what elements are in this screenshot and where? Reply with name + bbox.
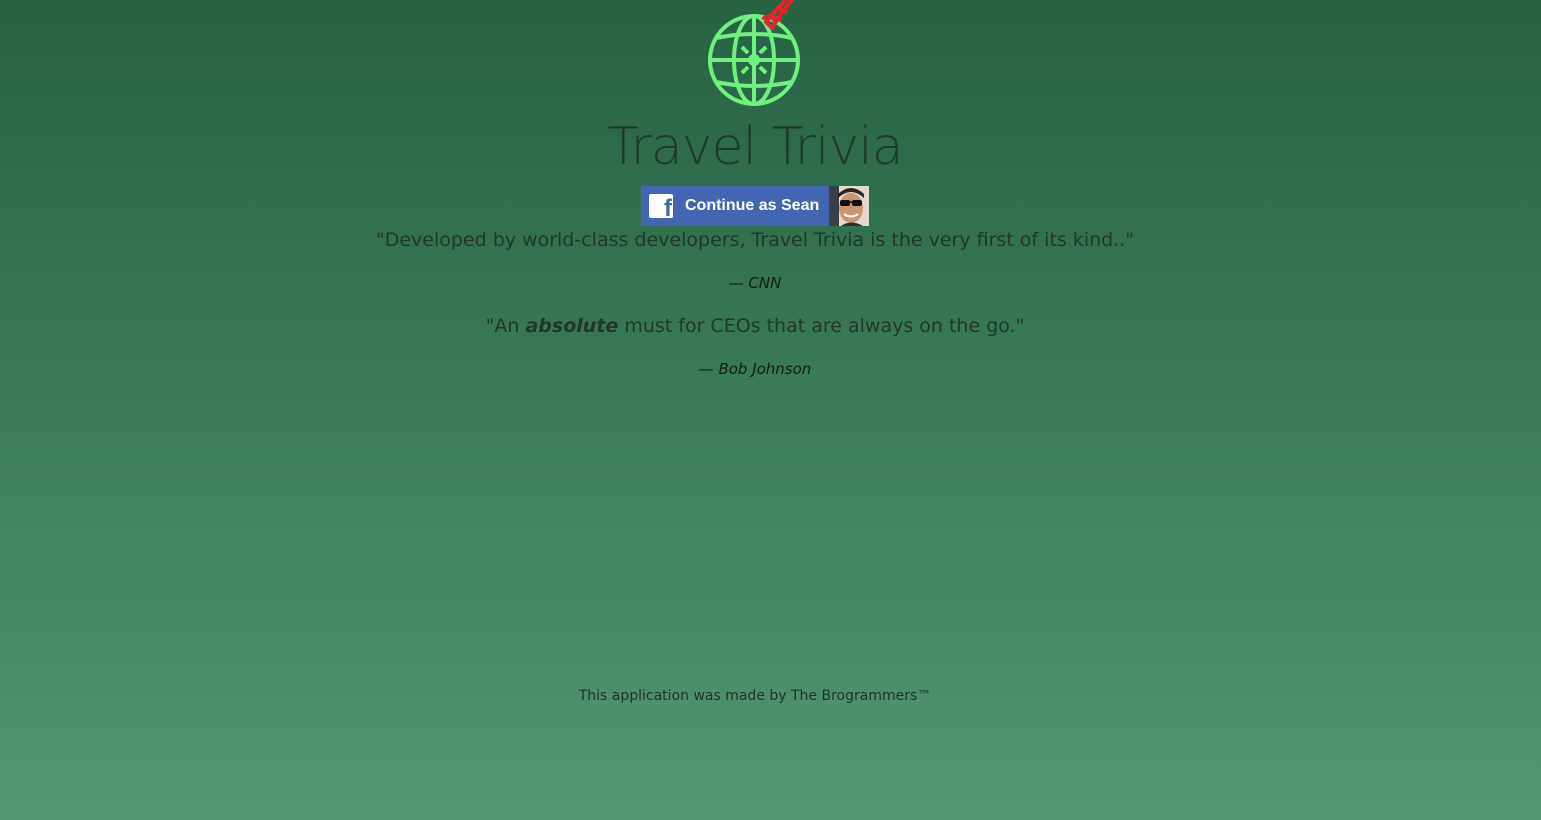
facebook-continue-button[interactable]: f Continue as Sean <box>641 186 869 226</box>
footer-credit: This application was made by The Brogram… <box>578 688 932 704</box>
user-avatar <box>829 186 869 226</box>
testimonial-source-bob-johnson: — Bob Johnson <box>698 360 812 378</box>
facebook-continue-label: Continue as Sean <box>685 197 820 214</box>
testimonial-quote-cnn: "Developed by world-class developers, Tr… <box>0 229 1510 251</box>
page-title: Travel Trivia <box>607 117 903 177</box>
facebook-glyph: f <box>664 195 672 222</box>
user-avatar-image <box>829 186 869 226</box>
facebook-icon: f <box>649 194 673 222</box>
testimonial-quote-start: "An <box>485 315 526 337</box>
testimonial-quote-end: must for CEOs that are always on the go.… <box>618 315 1025 337</box>
globe-with-eiffel-tower-icon <box>708 0 800 106</box>
testimonial-quote-text: "Developed by world-class developers, Tr… <box>375 229 1135 251</box>
testimonial-source-cnn: — CNN <box>728 274 782 292</box>
app-logo <box>700 0 810 108</box>
testimonial-quote-bob-johnson: "An absolute must for CEOs that are alwa… <box>0 315 1510 337</box>
testimonial-emphasis: absolute <box>525 315 619 337</box>
